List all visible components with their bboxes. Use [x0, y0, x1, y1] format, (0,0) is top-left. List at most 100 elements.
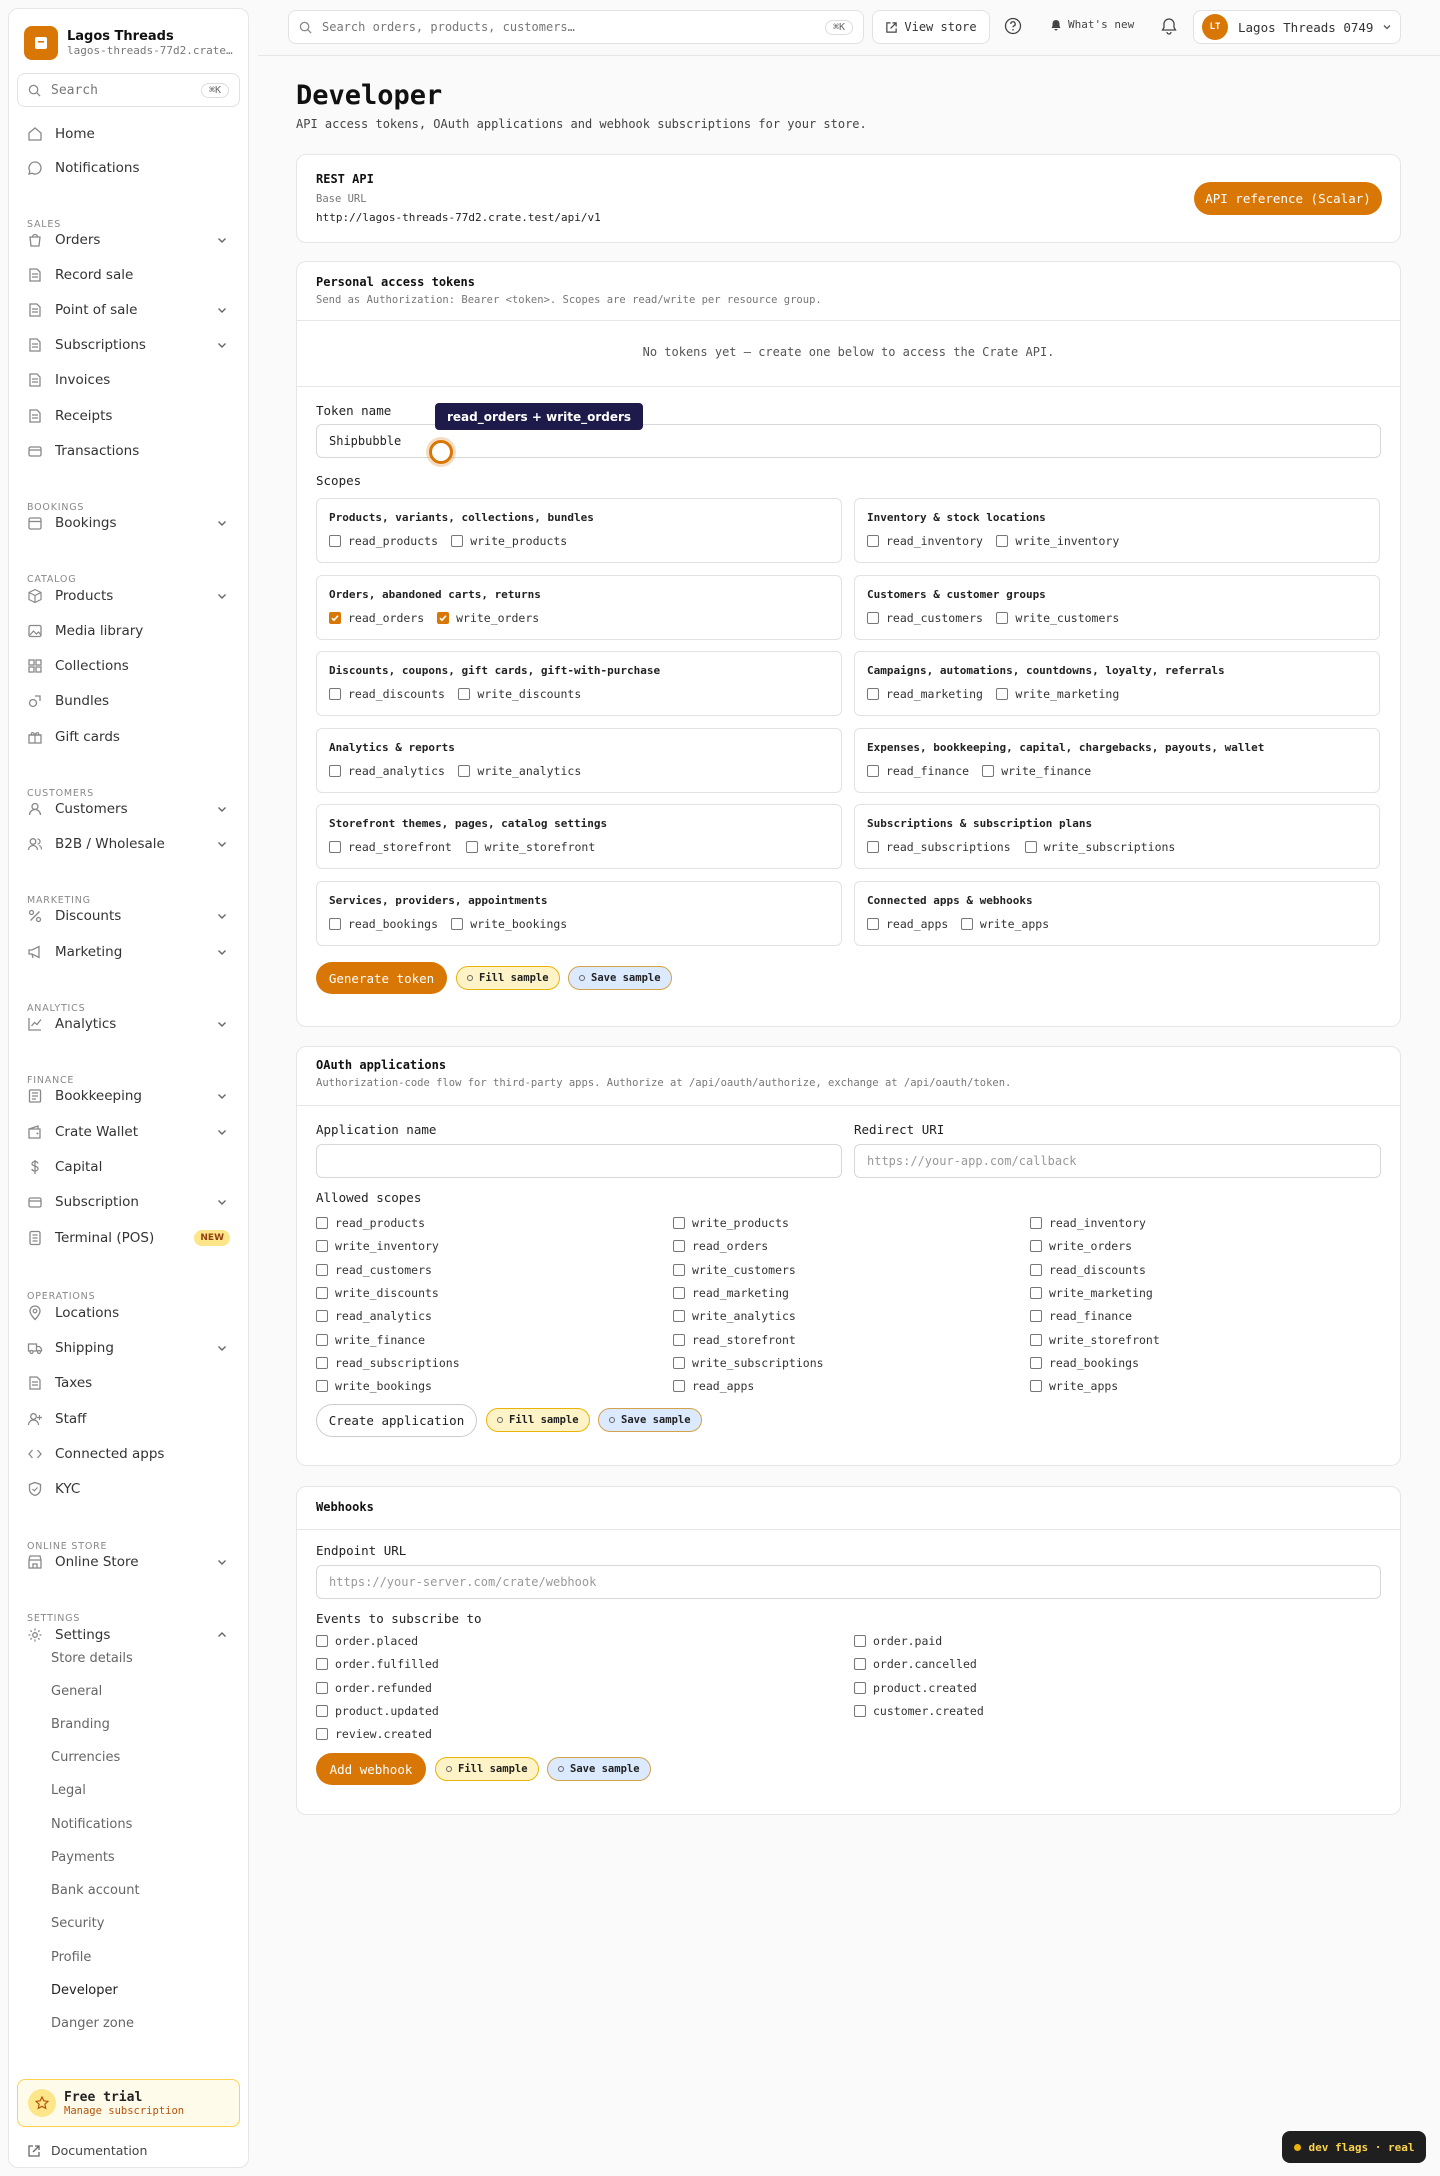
oauth-scope-checkbox[interactable]: read_orders [673, 1239, 768, 1253]
checkbox[interactable] [673, 1310, 685, 1323]
create-application-button[interactable]: Create application [316, 1404, 477, 1437]
checkbox[interactable] [458, 764, 471, 777]
oauth-scope-checkbox[interactable]: read_finance [1030, 1309, 1132, 1323]
oauth-scope-checkbox[interactable]: write_inventory [316, 1239, 439, 1253]
scope-read-checkbox[interactable]: read_finance [867, 764, 969, 778]
sidebar-item-transactions[interactable]: Transactions [17, 437, 242, 465]
api-reference-button[interactable]: API reference (Scalar) [1194, 182, 1382, 215]
scope-write-checkbox[interactable]: write_subscriptions [1024, 840, 1175, 854]
scope-read-checkbox[interactable]: read_marketing [867, 687, 983, 701]
oauth-scope-checkbox[interactable]: write_apps [1030, 1379, 1118, 1393]
checkbox[interactable] [316, 1356, 328, 1369]
settings-subitem-currencies[interactable]: Currencies [51, 1750, 120, 1765]
checkbox[interactable] [996, 688, 1009, 700]
sidebar-search[interactable]: Search ⌘K [17, 73, 240, 107]
checkbox[interactable] [316, 1310, 328, 1323]
oauth-save-sample-button[interactable]: Save sample [598, 1408, 702, 1432]
sidebar-item-connected-apps[interactable]: Connected apps [17, 1440, 242, 1468]
checkbox[interactable] [316, 1333, 328, 1346]
sidebar-item-products[interactable]: Products [17, 582, 242, 610]
redirect-uri-input[interactable]: https://your-app.com/callback [854, 1144, 1381, 1178]
sidebar-item-locations[interactable]: Locations [17, 1299, 242, 1327]
checkbox[interactable] [1030, 1356, 1042, 1369]
sidebar-item-receipts[interactable]: Receipts [17, 402, 242, 430]
oauth-fill-sample-button[interactable]: Fill sample [486, 1408, 590, 1432]
scope-read-checkbox[interactable]: read_apps [867, 917, 948, 931]
checkbox[interactable] [1030, 1240, 1042, 1253]
checkbox[interactable] [854, 1681, 866, 1694]
checkbox[interactable] [867, 611, 879, 624]
checkbox[interactable] [458, 688, 471, 700]
checkbox[interactable] [329, 688, 341, 700]
scope-write-checkbox[interactable]: write_analytics [458, 764, 581, 778]
checkbox[interactable] [329, 841, 341, 853]
sidebar-item-media-library[interactable]: Media library [17, 617, 242, 645]
sidebar-item-orders[interactable]: Orders [17, 226, 242, 254]
webhook-event-checkbox[interactable]: order.paid [854, 1634, 942, 1648]
oauth-scope-checkbox[interactable]: write_customers [673, 1263, 796, 1277]
sidebar-item-customers[interactable]: Customers [17, 795, 242, 823]
settings-subitem-general[interactable]: General [51, 1684, 102, 1699]
sidebar-item-bundles[interactable]: Bundles [17, 687, 242, 715]
checkbox[interactable] [1030, 1380, 1042, 1393]
add-webhook-button[interactable]: Add webhook [316, 1753, 426, 1785]
scope-write-checkbox[interactable]: write_apps [960, 917, 1049, 931]
checkbox[interactable] [316, 1217, 328, 1229]
settings-subitem-profile[interactable]: Profile [51, 1950, 91, 1965]
sidebar-item-subscriptions[interactable]: Subscriptions [17, 331, 242, 359]
checkbox[interactable] [867, 764, 879, 777]
sidebar-item-notifications[interactable]: Notifications [17, 154, 242, 182]
webhook-event-checkbox[interactable]: product.created [854, 1681, 977, 1695]
oauth-scope-checkbox[interactable]: read_analytics [316, 1309, 432, 1323]
settings-subitem-store-details[interactable]: Store details [51, 1651, 133, 1666]
oauth-scope-checkbox[interactable]: write_products [673, 1216, 789, 1230]
sidebar-item-subscription[interactable]: Subscription [17, 1188, 242, 1216]
scope-write-checkbox[interactable]: write_products [451, 534, 567, 548]
checkbox[interactable] [316, 1728, 328, 1741]
scope-write-checkbox[interactable]: write_customers [996, 611, 1119, 625]
checkbox[interactable] [1030, 1310, 1042, 1323]
sidebar-item-online-store[interactable]: Online Store [17, 1548, 242, 1576]
checkbox[interactable] [982, 764, 995, 777]
checkbox[interactable] [465, 841, 478, 853]
sidebar-item-record-sale[interactable]: Record sale [17, 261, 242, 289]
generate-token-button[interactable]: Generate token [316, 962, 447, 994]
sidebar-item-shipping[interactable]: Shipping [17, 1334, 242, 1362]
oauth-scope-checkbox[interactable]: read_discounts [1030, 1263, 1146, 1277]
webhook-save-sample-button[interactable]: Save sample [547, 1757, 651, 1781]
webhook-event-checkbox[interactable]: order.placed [316, 1634, 418, 1648]
sidebar-item-bookkeeping[interactable]: Bookkeeping [17, 1082, 242, 1110]
checkbox[interactable] [960, 917, 973, 930]
sidebar-item-bookings[interactable]: Bookings [17, 509, 242, 537]
checkbox[interactable] [316, 1681, 328, 1694]
sidebar-item-point-of-sale[interactable]: Point of sale [17, 296, 242, 324]
global-search-input[interactable]: Search orders, products, customers… ⌘K [288, 10, 864, 44]
checkbox[interactable] [316, 1704, 328, 1717]
checkbox[interactable] [451, 917, 464, 930]
scope-read-checkbox[interactable]: read_inventory [867, 534, 983, 548]
settings-subitem-notifications[interactable]: Notifications [51, 1817, 132, 1832]
oauth-scope-checkbox[interactable]: write_subscriptions [673, 1356, 824, 1370]
checkbox[interactable] [329, 917, 341, 930]
whats-new-button[interactable]: What's new [1050, 18, 1134, 31]
settings-subitem-security[interactable]: Security [51, 1916, 104, 1931]
settings-subitem-developer[interactable]: Developer [51, 1983, 118, 1998]
sidebar-item-kyc[interactable]: KYC [17, 1475, 242, 1503]
oauth-scope-checkbox[interactable]: write_orders [1030, 1239, 1132, 1253]
checkbox[interactable] [329, 611, 341, 624]
checkbox[interactable] [996, 535, 1009, 547]
oauth-scope-checkbox[interactable]: read_products [316, 1216, 425, 1230]
oauth-scope-checkbox[interactable]: write_discounts [316, 1286, 439, 1300]
sidebar-item-gift-cards[interactable]: Gift cards [17, 723, 242, 751]
scope-write-checkbox[interactable]: write_storefront [465, 840, 595, 854]
checkbox[interactable] [854, 1704, 866, 1717]
checkbox[interactable] [673, 1217, 685, 1229]
scope-read-checkbox[interactable]: read_products [329, 534, 438, 548]
webhook-event-checkbox[interactable]: order.fulfilled [316, 1657, 439, 1671]
scope-read-checkbox[interactable]: read_analytics [329, 764, 445, 778]
checkbox[interactable] [316, 1286, 328, 1299]
checkbox[interactable] [673, 1286, 685, 1299]
help-icon[interactable] [1004, 17, 1024, 37]
oauth-scope-checkbox[interactable]: read_subscriptions [316, 1356, 460, 1370]
checkbox[interactable] [329, 764, 341, 777]
